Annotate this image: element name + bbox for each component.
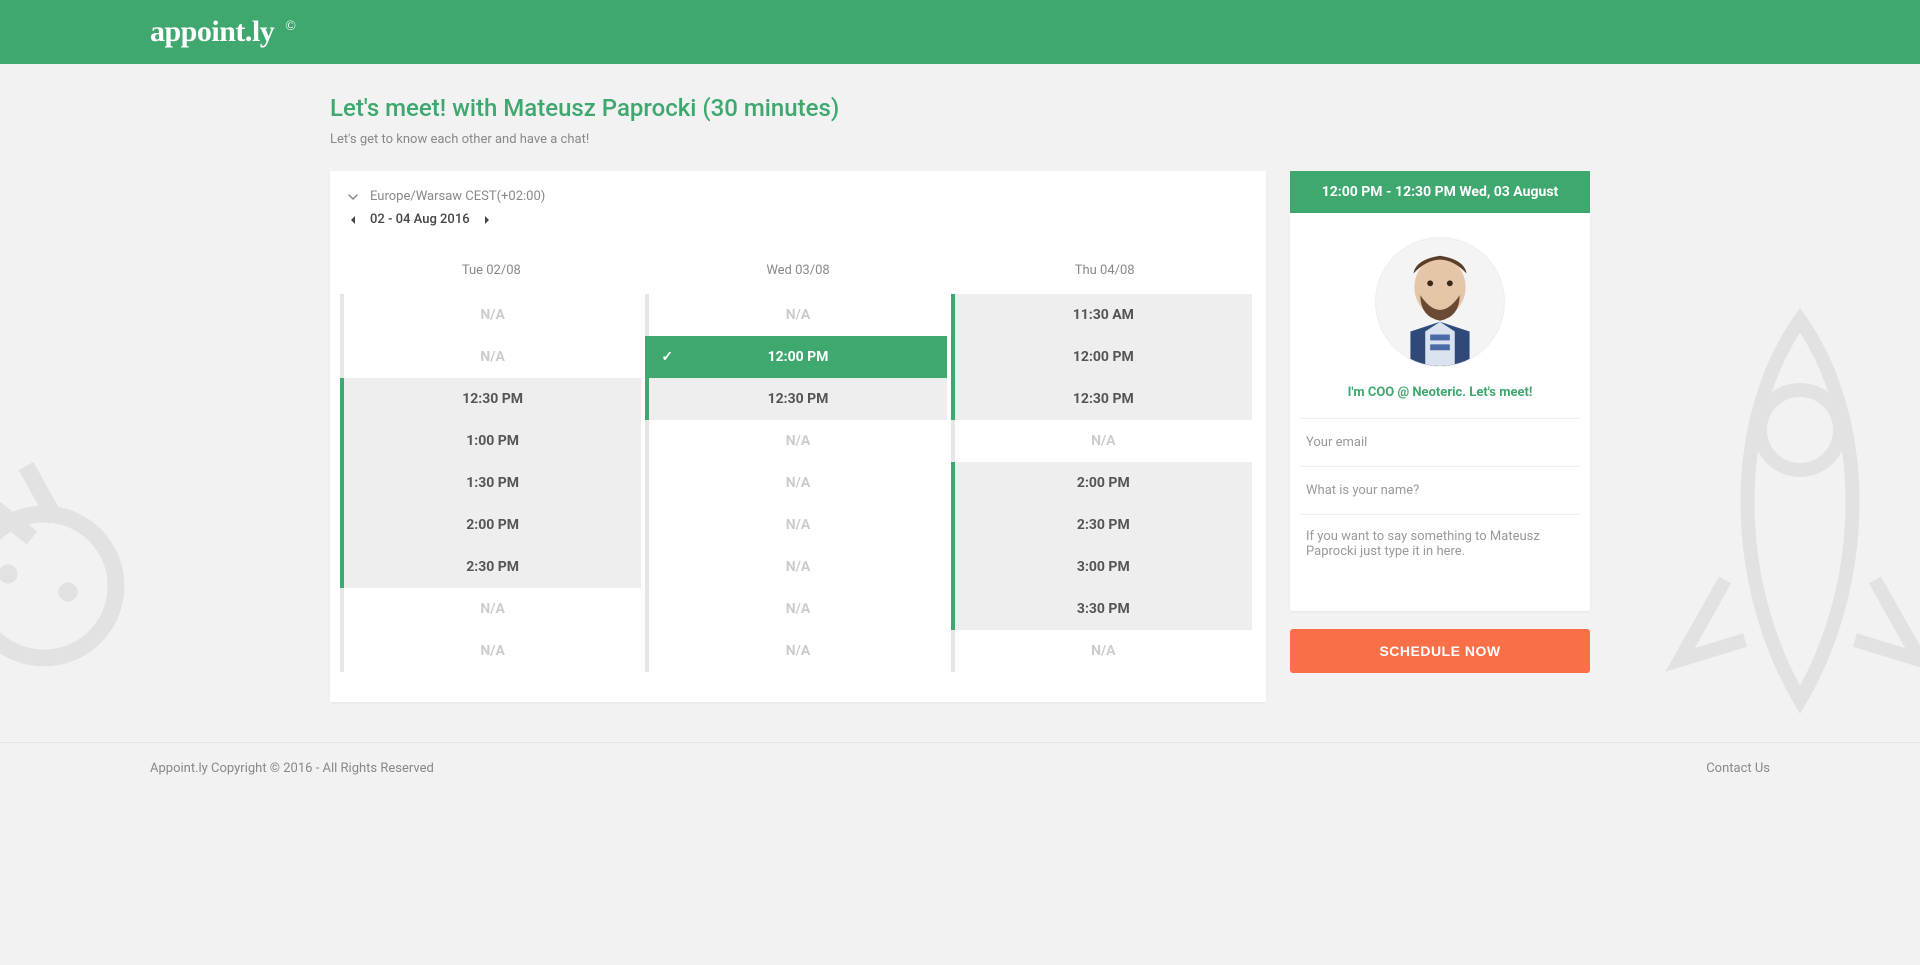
time-slot[interactable]: 1:00 PM xyxy=(340,420,641,462)
time-slot[interactable]: 12:30 PM xyxy=(645,378,946,420)
time-slot-label: 12:30 PM xyxy=(1073,391,1134,407)
time-slot-label: 2:30 PM xyxy=(1077,517,1130,533)
calendar-column: 11:30 AM 12:00 PM 12:30 PM N/A 2:00 PM 2:30 P… xyxy=(949,294,1254,672)
time-slot-label: 2:00 PM xyxy=(466,517,519,533)
time-slot-label: N/A xyxy=(480,349,504,365)
date-range-label: 02 - 04 Aug 2016 xyxy=(370,212,470,227)
time-slot-label: N/A xyxy=(786,643,810,659)
time-slot-unavailable: N/A xyxy=(645,294,946,336)
bg-decoration-right xyxy=(1640,300,1920,720)
time-slot[interactable]: 12:30 PM xyxy=(951,378,1252,420)
bg-decoration-left xyxy=(0,430,200,670)
time-slot-label: N/A xyxy=(786,307,810,323)
chevron-down-icon xyxy=(347,191,359,203)
time-slot-label: 12:00 PM xyxy=(1073,349,1134,365)
time-slot-unavailable: N/A xyxy=(645,630,946,672)
time-slot-unavailable: N/A xyxy=(340,588,641,630)
logo[interactable]: appoint.ly © xyxy=(150,15,295,49)
topbar: appoint.ly © xyxy=(0,0,1920,64)
host-avatar-wrap xyxy=(1290,213,1590,379)
time-slot-label: N/A xyxy=(786,559,810,575)
calendar-panel: Europe/Warsaw CEST(+02:00) 02 - 04 Aug 2… xyxy=(330,171,1266,702)
footer-copyright: Appoint.ly Copyright © 2016 - All Rights… xyxy=(150,761,434,776)
time-slot[interactable]: 3:30 PM xyxy=(951,588,1252,630)
time-slot-label: 3:00 PM xyxy=(1077,559,1130,575)
name-field[interactable] xyxy=(1300,467,1580,514)
schedule-button[interactable]: SCHEDULE NOW xyxy=(1290,629,1590,673)
time-slot-label: 1:00 PM xyxy=(466,433,519,449)
time-slot-label: N/A xyxy=(786,517,810,533)
next-range-button[interactable] xyxy=(480,213,494,227)
time-slot[interactable]: 2:00 PM xyxy=(951,462,1252,504)
footer-contact-link[interactable]: Contact Us xyxy=(1706,761,1770,776)
calendar-column: N/A N/A 12:30 PM 1:00 PM 1:30 PM 2:00 PM 2:30 … xyxy=(338,294,643,672)
calendar-column-header: Wed 03/08 xyxy=(645,253,952,294)
caret-left-icon xyxy=(348,215,358,225)
timezone-label[interactable]: Europe/Warsaw CEST(+02:00) xyxy=(370,189,545,204)
logo-mark: © xyxy=(285,19,295,34)
time-slot[interactable]: 2:30 PM xyxy=(951,504,1252,546)
time-slot[interactable]: 2:30 PM xyxy=(340,546,641,588)
time-slot-unavailable: N/A xyxy=(645,462,946,504)
page-title: Let's meet! with Mateusz Paprocki (30 mi… xyxy=(330,94,1590,122)
email-field[interactable] xyxy=(1300,419,1580,466)
prev-range-button[interactable] xyxy=(346,213,360,227)
time-slot-unavailable: N/A xyxy=(340,294,641,336)
host-bio: I'm COO @ Neoteric. Let's meet! xyxy=(1300,379,1580,419)
time-slot-label: 2:30 PM xyxy=(466,559,519,575)
time-slot-label: N/A xyxy=(1091,433,1115,449)
caret-right-icon xyxy=(482,215,492,225)
time-slot[interactable]: 2:00 PM xyxy=(340,504,641,546)
time-slot-label: 12:00 PM xyxy=(768,349,829,365)
timezone-dropdown-toggle[interactable] xyxy=(346,190,360,204)
time-slot-label: 11:30 AM xyxy=(1073,307,1134,323)
calendar-column-header: Tue 02/08 xyxy=(338,253,645,294)
time-slot-label: 3:30 PM xyxy=(1077,601,1130,617)
time-slot[interactable]: 11:30 AM xyxy=(951,294,1252,336)
message-field[interactable] xyxy=(1300,515,1580,607)
time-slot-unavailable: N/A xyxy=(340,336,641,378)
time-slot-label: N/A xyxy=(480,601,504,617)
time-slot-label: N/A xyxy=(786,601,810,617)
time-slot-unavailable: N/A xyxy=(340,630,641,672)
time-slot-label: N/A xyxy=(786,475,810,491)
time-slot-unavailable: N/A xyxy=(645,588,946,630)
time-slot-label: 2:00 PM xyxy=(1077,475,1130,491)
host-avatar xyxy=(1375,237,1505,367)
check-icon: ✓ xyxy=(661,349,673,365)
time-slot-unavailable: N/A xyxy=(951,630,1252,672)
time-slot-label: 12:30 PM xyxy=(768,391,829,407)
footer: Appoint.ly Copyright © 2016 - All Rights… xyxy=(0,742,1920,794)
time-slot-label: N/A xyxy=(480,643,504,659)
time-slot-unavailable: N/A xyxy=(645,546,946,588)
time-slot[interactable]: 12:30 PM xyxy=(340,378,641,420)
time-slot[interactable]: 12:00 PM xyxy=(951,336,1252,378)
calendar-headers: Tue 02/08Wed 03/08Thu 04/08 xyxy=(338,253,1258,294)
time-slot-unavailable: N/A xyxy=(951,420,1252,462)
time-slot[interactable]: 3:00 PM xyxy=(951,546,1252,588)
logo-text: appoint.ly xyxy=(150,15,274,48)
calendar-body[interactable]: N/A N/A 12:30 PM 1:00 PM 1:30 PM 2:00 PM 2:30 … xyxy=(338,294,1258,672)
time-slot-label: N/A xyxy=(1091,643,1115,659)
calendar-column: N/A ✓ 12:00 PM 12:30 PM N/A N/A N/A N/A N/A N/A xyxy=(643,294,948,672)
time-slot-unavailable: N/A xyxy=(645,420,946,462)
time-slot-unavailable: N/A xyxy=(645,504,946,546)
selected-time-banner: 12:00 PM - 12:30 PM Wed, 03 August xyxy=(1290,171,1590,213)
time-slot-label: N/A xyxy=(786,433,810,449)
booking-panel: 12:00 PM - 12:30 PM Wed, 03 August xyxy=(1290,171,1590,673)
time-slot-selected[interactable]: ✓ 12:00 PM xyxy=(645,336,946,378)
time-slot-label: 1:30 PM xyxy=(466,475,519,491)
calendar-column-header: Thu 04/08 xyxy=(951,253,1258,294)
page-subtitle: Let's get to know each other and have a … xyxy=(330,132,1590,147)
time-slot-label: 12:30 PM xyxy=(462,391,523,407)
time-slot-label: N/A xyxy=(480,307,504,323)
time-slot[interactable]: 1:30 PM xyxy=(340,462,641,504)
